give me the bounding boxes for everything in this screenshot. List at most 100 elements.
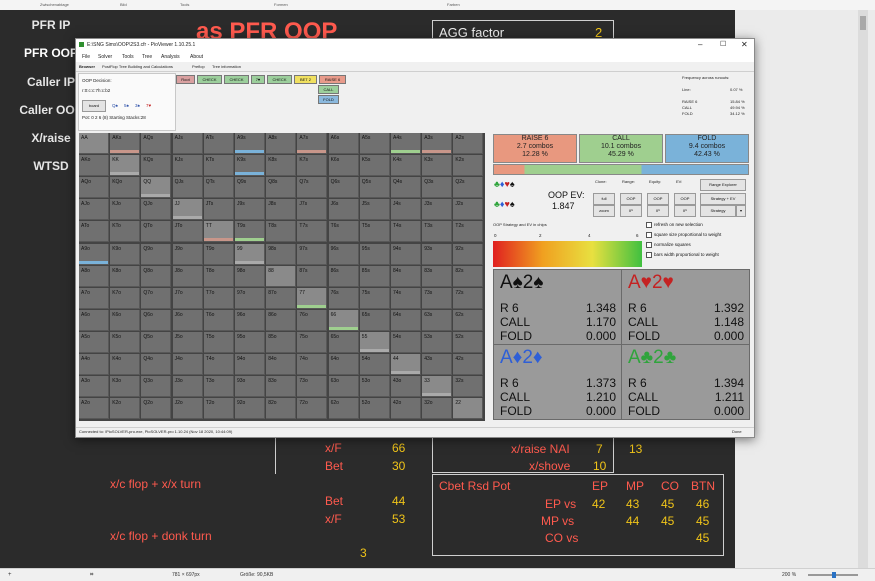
range-cell[interactable]: Q7s (297, 177, 328, 199)
range-cell[interactable]: KTo (110, 221, 141, 243)
menu-about[interactable]: About (190, 54, 203, 60)
range-cell[interactable]: J6o (172, 309, 203, 331)
range-cell[interactable]: 93o (235, 376, 265, 398)
range-cell[interactable]: QJo (141, 199, 172, 221)
range-cell[interactable]: 93s (422, 243, 453, 265)
range-cell[interactable]: KK (110, 155, 141, 177)
range-cell[interactable]: 62s (453, 309, 484, 331)
range-cell[interactable]: 64s (391, 309, 421, 331)
range-cell[interactable]: Q6o (141, 309, 172, 331)
range-cell[interactable]: J3o (172, 376, 203, 398)
range-cell[interactable]: QJs (172, 177, 203, 199)
range-cell[interactable]: Q4s (391, 177, 421, 199)
nav-pfr-ip[interactable]: PFR IP (14, 18, 88, 32)
range-cell[interactable]: J7s (297, 199, 328, 221)
range-cell[interactable]: T7o (203, 287, 234, 309)
equity-ip-button[interactable]: IP (647, 205, 669, 217)
range-cell[interactable]: 92s (453, 243, 484, 265)
range-cell[interactable]: Q8s (266, 177, 297, 199)
range-cell[interactable]: 85o (266, 331, 297, 353)
range-cell[interactable]: 87s (297, 265, 328, 287)
range-cell[interactable]: 32s (453, 376, 484, 398)
ribbon-group[interactable]: Tools (180, 2, 189, 7)
range-cell[interactable]: 43s (422, 354, 453, 375)
range-cell[interactable]: 95o (235, 331, 265, 353)
range-cell[interactable]: AA (79, 133, 109, 154)
range-cell[interactable]: Q8o (141, 265, 172, 287)
range-cell[interactable]: 43o (391, 376, 421, 398)
range-cell[interactable]: KQo (110, 177, 141, 199)
range-cell[interactable]: K3o (110, 376, 141, 398)
range-cell[interactable]: 86s (328, 265, 359, 287)
range-cell[interactable]: Q9s (235, 177, 265, 199)
range-cell[interactable]: J2o (172, 398, 203, 420)
tree-node-turn[interactable]: 7♥ (251, 75, 265, 84)
range-cell[interactable]: 65s (359, 309, 390, 331)
range-cell[interactable]: 72o (297, 398, 328, 420)
suit-filter-icons[interactable]: ♣♦♥♠ (494, 179, 515, 189)
range-cell[interactable]: K7o (110, 287, 141, 309)
range-cell[interactable]: Q3s (422, 177, 453, 199)
range-cell[interactable]: 94o (235, 354, 265, 375)
vertical-scrollbar[interactable] (858, 10, 868, 568)
range-cell[interactable]: Q3o (141, 376, 172, 398)
range-cell[interactable]: K7s (297, 155, 328, 177)
strategy-call[interactable]: CALL 10.1 combos 45.29 % (579, 134, 663, 163)
strategy-raise[interactable]: RAISE 6 2.7 combos 12.28 % (493, 134, 577, 163)
range-cell[interactable]: T2o (203, 398, 234, 420)
range-cell[interactable]: AQs (141, 133, 172, 154)
range-cell[interactable]: T3s (422, 221, 453, 243)
menu-analysis[interactable]: Analysis (161, 54, 180, 60)
range-cell[interactable]: K5o (110, 331, 141, 353)
range-cell[interactable]: 42o (391, 398, 421, 420)
range-cell[interactable]: 84o (266, 354, 297, 375)
range-cell[interactable]: T5s (359, 221, 390, 243)
range-cell[interactable]: Q9o (141, 243, 172, 265)
range-cell[interactable]: J4o (172, 354, 203, 375)
range-cell[interactable]: 77 (297, 287, 328, 309)
menu-solver[interactable]: Solver (98, 54, 112, 60)
strategy-select[interactable]: Strategy (700, 205, 736, 217)
range-cell[interactable]: 82o (266, 398, 297, 420)
range-cell[interactable]: QTo (141, 221, 172, 243)
range-cell[interactable]: A9o (79, 243, 109, 265)
range-cell[interactable]: 96s (328, 243, 359, 265)
square-size-checkbox[interactable]: square size proportional to weight (646, 232, 721, 238)
range-cell[interactable]: JTs (203, 199, 234, 221)
tree-node-raise[interactable]: RAISE 6 (319, 75, 346, 84)
range-cell[interactable]: T5o (203, 331, 234, 353)
range-cell[interactable]: 98s (266, 243, 297, 265)
range-cell[interactable]: 74o (297, 354, 328, 375)
range-cell[interactable]: AJo (79, 199, 109, 221)
range-cell[interactable]: 53o (359, 376, 390, 398)
range-cell[interactable]: 72s (453, 287, 484, 309)
range-cell[interactable]: A6o (79, 309, 109, 331)
combo-panel-spades[interactable]: A♠2♠ R 6 1.348 CALL 1.170 FOLD 0.000 (493, 269, 622, 345)
range-cell[interactable]: T8s (266, 221, 297, 243)
tree-node-bet[interactable]: BET 2 (294, 75, 317, 84)
minimize-icon[interactable]: – (698, 40, 702, 49)
range-cell[interactable]: A5s (359, 133, 390, 154)
range-cell[interactable]: J2s (453, 199, 484, 221)
range-cell[interactable]: T6s (328, 221, 359, 243)
range-cell[interactable]: 95s (359, 243, 390, 265)
ev-oop-button[interactable]: OOP (674, 193, 696, 205)
maximize-icon[interactable]: ☐ (720, 40, 726, 48)
tab-preflop[interactable]: Preflop (192, 64, 205, 69)
range-cell[interactable]: 86o (266, 309, 297, 331)
range-cell[interactable]: 74s (391, 287, 421, 309)
range-cell[interactable]: K2o (110, 398, 141, 420)
range-cell[interactable]: 92o (235, 398, 265, 420)
range-ip-button[interactable]: IP (620, 205, 642, 217)
tree-node-check[interactable]: CHECK (197, 75, 222, 84)
range-cell[interactable]: A6s (328, 133, 359, 154)
range-cell[interactable]: J5o (172, 331, 203, 353)
tab-browser[interactable]: Browser (79, 64, 95, 69)
range-cell[interactable]: 75o (297, 331, 328, 353)
combo-panel-clubs[interactable]: A♣2♣ R 6 1.394 CALL 1.211 FOLD 0.000 (621, 344, 750, 420)
range-cell[interactable]: KTs (203, 155, 234, 177)
tree-option-fold[interactable]: FOLD (318, 95, 339, 104)
range-cell[interactable]: T4o (203, 354, 234, 375)
range-cell[interactable]: K4o (110, 354, 141, 375)
range-cell[interactable]: K4s (391, 155, 421, 177)
